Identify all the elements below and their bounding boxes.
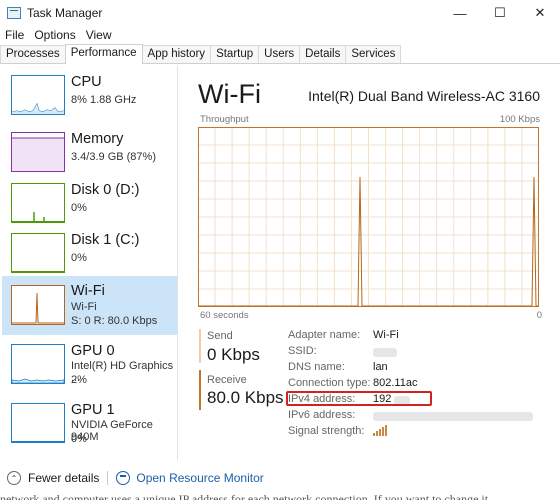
footer-divider (107, 471, 109, 485)
redacted-ipv6 (373, 412, 533, 421)
maximize-button[interactable]: ☐ (480, 0, 520, 26)
fewer-details-link[interactable]: Fewer details (28, 471, 99, 485)
memory-thumbnail-graph (11, 132, 65, 172)
title-bar: Task Manager — ☐ ✕ (0, 0, 560, 26)
sidebar-item-gpu-0[interactable]: GPU 0 Intel(R) HD Graphics ... 2% (2, 336, 177, 393)
sidebar-item-wifi[interactable]: Wi-Fi Wi-Fi S: 0 R: 80.0 Kbps (2, 276, 177, 335)
prop-key: Signal strength: (288, 425, 365, 437)
sidebar-item-memory[interactable]: Memory 3.4/3.9 GB (87%) (2, 124, 177, 181)
wifi-thumbnail-graph (11, 285, 65, 325)
tab-services[interactable]: Services (345, 45, 402, 63)
open-resource-monitor-link[interactable]: Open Resource Monitor (136, 471, 263, 485)
sidebar-item-cpu[interactable]: CPU 8% 1.88 GHz (2, 67, 177, 124)
disk-0-thumbnail-graph (11, 183, 65, 223)
signal-strength-icon (373, 425, 387, 436)
adapter-properties: Adapter name: Wi-Fi SSID: DNS name: lan … (288, 329, 533, 441)
sidebar-item-name: Memory (71, 131, 124, 147)
sidebar-item-detail-2: 0% (71, 433, 87, 445)
send-value: 0 Kbps (207, 345, 260, 364)
sidebar-item-name: Wi-Fi (71, 283, 105, 299)
page-title: Wi-Fi (198, 79, 261, 109)
prop-signal-strength: Signal strength: (288, 425, 533, 441)
chevron-up-icon[interactable]: ⌃ (7, 471, 21, 485)
sidebar-item-detail: 8% 1.88 GHz (71, 94, 137, 106)
minimize-button[interactable]: — (440, 0, 480, 26)
close-button[interactable]: ✕ (520, 0, 560, 26)
sidebar-item-name: GPU 1 (71, 402, 115, 418)
tab-users[interactable]: Users (258, 45, 301, 63)
prop-value: Wi-Fi (373, 329, 399, 341)
resource-monitor-icon[interactable] (116, 471, 131, 485)
prop-key: Adapter name: (288, 329, 361, 341)
sidebar-item-detail-2: 2% (71, 374, 87, 386)
prop-ipv6-address: IPv6 address: (288, 409, 533, 425)
throughput-label: Throughput (200, 114, 249, 125)
resource-list: CPU 8% 1.88 GHz Memory 3.4/3.9 GB (87%) … (0, 65, 178, 460)
sidebar-item-gpu-1[interactable]: GPU 1 NVIDIA GeForce 940M 0% (2, 395, 177, 452)
sidebar-item-detail: 3.4/3.9 GB (87%) (71, 151, 156, 163)
sidebar-item-name: GPU 0 (71, 343, 115, 359)
receive-label: Receive (207, 374, 247, 386)
sidebar-item-name: Disk 1 (C:) (71, 232, 140, 248)
tab-details[interactable]: Details (299, 45, 347, 63)
disk-1-thumbnail-graph (11, 233, 65, 273)
task-manager-app-icon (7, 7, 21, 19)
graph-time-start-label: 60 seconds (200, 310, 249, 321)
tab-startup[interactable]: Startup (210, 45, 260, 63)
sidebar-item-name: Disk 0 (D:) (71, 182, 140, 198)
menu-file[interactable]: File (5, 28, 24, 42)
prop-value: lan (373, 361, 388, 373)
tab-processes[interactable]: Processes (0, 45, 66, 63)
cpu-thumbnail-graph (11, 75, 65, 115)
sidebar-item-disk-1[interactable]: Disk 1 (C:) 0% (2, 225, 177, 282)
redacted-ssid (373, 348, 397, 357)
send-label: Send (207, 330, 233, 342)
sidebar-item-name: CPU (71, 74, 102, 90)
gpu-0-thumbnail-graph (11, 344, 65, 384)
receive-value: 80.0 Kbps (207, 388, 284, 407)
sidebar-item-detail: Wi-Fi (71, 301, 97, 313)
sidebar-item-detail: 0% (71, 252, 87, 264)
graph-time-end-label: 0 (536, 310, 542, 321)
tab-performance[interactable]: Performance (64, 44, 143, 64)
receive-indicator-bar (199, 370, 201, 410)
send-indicator-bar (199, 329, 201, 363)
menu-bar: File Options View (0, 26, 117, 44)
prop-key: DNS name: (288, 361, 345, 373)
throughput-max-label: 100 Kbps (499, 114, 540, 125)
menu-options[interactable]: Options (34, 28, 75, 42)
window-controls: — ☐ ✕ (440, 0, 560, 26)
adapter-name: Intel(R) Dual Band Wireless-AC 3160 (308, 88, 540, 104)
gpu-1-thumbnail-graph (11, 403, 65, 443)
sidebar-item-disk-0[interactable]: Disk 0 (D:) 0% (2, 175, 177, 232)
prop-key: IPv6 address: (288, 409, 356, 421)
prop-adapter-name: Adapter name: Wi-Fi (288, 329, 533, 345)
footer-bar: ⌃ Fewer details Open Resource Monitor (0, 464, 560, 492)
window-title: Task Manager (27, 6, 103, 20)
prop-ssid: SSID: (288, 345, 533, 361)
prop-dns-name: DNS name: lan (288, 361, 533, 377)
tab-app-history[interactable]: App history (141, 45, 212, 63)
cropped-document-text: network and computer uses a unique IP ad… (0, 492, 489, 500)
ipv4-highlight-box (286, 391, 432, 406)
sidebar-item-detail-2: S: 0 R: 80.0 Kbps (71, 315, 158, 327)
prop-key: SSID: (288, 345, 317, 357)
tab-bar: Processes Performance App history Startu… (0, 44, 560, 64)
menu-view[interactable]: View (86, 28, 112, 42)
throughput-graph (198, 127, 539, 307)
sidebar-item-detail: 0% (71, 202, 87, 214)
